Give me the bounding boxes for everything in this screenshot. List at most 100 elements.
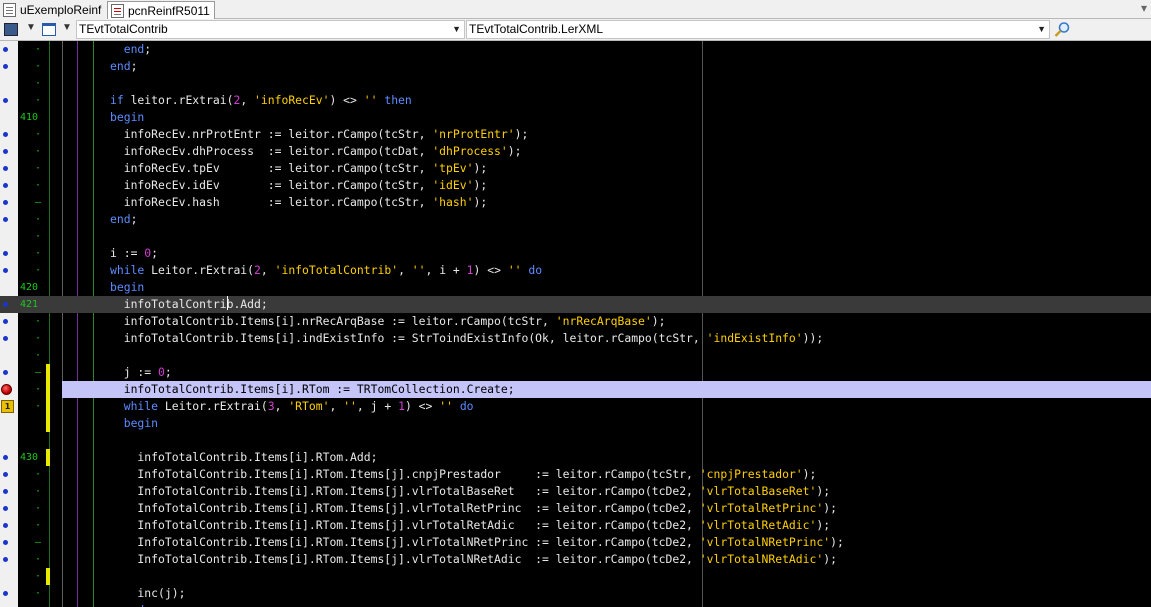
- code-line[interactable]: · while Leitor.rExtrai(2, 'infoTotalContr…: [0, 262, 1151, 279]
- executable-line-dot-icon[interactable]: [3, 591, 8, 596]
- code-line[interactable]: ·: [0, 347, 1151, 364]
- executable-line-dot-icon[interactable]: [3, 506, 8, 511]
- code-line[interactable]: 430 infoTotalContrib.Items[i].RTom.Add;: [0, 449, 1151, 466]
- code-text[interactable]: InfoTotalContrib.Items[i].RTom.Items[j].…: [110, 500, 837, 517]
- code-text[interactable]: end;: [110, 602, 151, 607]
- executable-line-dot-icon[interactable]: [3, 268, 8, 273]
- executable-line-dot-icon[interactable]: [3, 336, 8, 341]
- code-line[interactable]: – InfoTotalContrib.Items[i].RTom.Items[j…: [0, 534, 1151, 551]
- executable-line-dot-icon[interactable]: [3, 166, 8, 171]
- code-text[interactable]: infoTotalContrib.Items[i].nrRecArqBase :…: [110, 313, 666, 330]
- chevron-down-icon[interactable]: ▼: [26, 22, 36, 33]
- search-icon[interactable]: [1054, 21, 1071, 38]
- close-tab-icon[interactable]: ▾: [1141, 1, 1147, 15]
- code-text[interactable]: inc(j);: [110, 585, 185, 602]
- code-line[interactable]: 1 · while Leitor.rExtrai(3, 'RTom', '', j…: [0, 398, 1151, 415]
- executable-line-dot-icon[interactable]: [3, 472, 8, 477]
- executable-line-dot-icon[interactable]: [3, 217, 8, 222]
- executable-line-dot-icon[interactable]: [3, 200, 8, 205]
- executable-line-dot-icon[interactable]: [3, 455, 8, 460]
- code-line[interactable]: [0, 432, 1151, 449]
- code-line[interactable]: 420 begin: [0, 279, 1151, 296]
- code-line[interactable]: · infoRecEv.dhProcess := leitor.rCampo(t…: [0, 143, 1151, 160]
- code-text[interactable]: end;: [110, 58, 137, 75]
- code-line[interactable]: · infoRecEv.tpEv := leitor.rCampo(tcStr,…: [0, 160, 1151, 177]
- code-line[interactable]: · infoRecEv.idEv := leitor.rCampo(tcStr,…: [0, 177, 1151, 194]
- code-line[interactable]: – j := 0;: [0, 364, 1151, 381]
- code-text[interactable]: InfoTotalContrib.Items[i].RTom.Items[j].…: [110, 466, 816, 483]
- code-line[interactable]: · inc(j);: [0, 585, 1151, 602]
- code-text[interactable]: InfoTotalContrib.Items[i].RTom.Items[j].…: [110, 517, 830, 534]
- code-text[interactable]: j := 0;: [110, 364, 172, 381]
- code-line[interactable]: end;: [0, 602, 1151, 607]
- code-line[interactable]: – infoRecEv.hash := leitor.rCampo(tcStr,…: [0, 194, 1151, 211]
- code-line[interactable]: · InfoTotalContrib.Items[i].RTom.Items[j…: [0, 466, 1151, 483]
- code-text[interactable]: while Leitor.rExtrai(3, 'RTom', '', j + …: [110, 398, 474, 415]
- code-line[interactable]: · if leitor.rExtrai(2, 'infoRecEv') <> ''…: [0, 92, 1151, 109]
- code-text[interactable]: infoTotalContrib.Items[i].RTom.Add;: [110, 449, 377, 466]
- current-code-line[interactable]: 421 infoTotalContrib.Add;: [0, 296, 1151, 313]
- code-text[interactable]: end;: [110, 41, 151, 58]
- code-line[interactable]: · end;: [0, 211, 1151, 228]
- executable-line-dot-icon[interactable]: [3, 251, 8, 256]
- executable-line-dot-icon[interactable]: [3, 489, 8, 494]
- executable-line-dot-icon[interactable]: [3, 370, 8, 375]
- code-line[interactable]: · InfoTotalContrib.Items[i].RTom.Items[j…: [0, 551, 1151, 568]
- chevron-down-icon[interactable]: ▼: [1037, 21, 1046, 38]
- chevron-down-icon[interactable]: ▼: [62, 22, 72, 33]
- code-text[interactable]: InfoTotalContrib.Items[i].RTom.Items[j].…: [110, 534, 843, 551]
- executable-line-dot-icon[interactable]: [3, 64, 8, 69]
- tab-uexemploreinf[interactable]: uExemploReinf: [0, 1, 107, 19]
- code-editor[interactable]: · end; · end; · · if leitor.rExtrai(2, 'infoR…: [0, 41, 1151, 607]
- tab-pcnreinfr5011[interactable]: pcnReinfR5011: [107, 1, 215, 19]
- code-text[interactable]: end;: [110, 211, 137, 228]
- code-line[interactable]: begin: [0, 415, 1151, 432]
- code-text[interactable]: InfoTotalContrib.Items[i].RTom.Items[j].…: [110, 483, 830, 500]
- code-text[interactable]: begin: [110, 415, 158, 432]
- code-text[interactable]: infoRecEv.tpEv := leitor.rCampo(tcStr, '…: [110, 160, 488, 177]
- executable-line-dot-icon[interactable]: [3, 132, 8, 137]
- breakpoint-icon[interactable]: [1, 384, 12, 395]
- code-text[interactable]: infoTotalContrib.Add;: [110, 296, 268, 313]
- bookmark-icon[interactable]: 1: [1, 400, 14, 413]
- code-text[interactable]: infoRecEv.nrProtEntr := leitor.rCampo(tc…: [110, 126, 529, 143]
- code-line[interactable]: · i := 0;: [0, 245, 1151, 262]
- code-line[interactable]: ·: [0, 228, 1151, 245]
- executable-line-dot-icon[interactable]: [3, 98, 8, 103]
- breakpoint-code-line[interactable]: · infoTotalContrib.Items[i].RTom := TRTo…: [0, 381, 1151, 398]
- code-text[interactable]: infoTotalContrib.Items[i].indExistInfo :…: [110, 330, 824, 347]
- code-line[interactable]: · end;: [0, 58, 1151, 75]
- code-line[interactable]: · InfoTotalContrib.Items[i].RTom.Items[j…: [0, 500, 1151, 517]
- executable-line-dot-icon[interactable]: [3, 183, 8, 188]
- code-line[interactable]: · infoRecEv.nrProtEntr := leitor.rCampo(…: [0, 126, 1151, 143]
- code-line[interactable]: · InfoTotalContrib.Items[i].RTom.Items[j…: [0, 517, 1151, 534]
- code-text[interactable]: i := 0;: [110, 245, 158, 262]
- code-text[interactable]: infoTotalContrib.Items[i].RTom := TRTomC…: [110, 381, 515, 398]
- executable-line-dot-icon[interactable]: [3, 319, 8, 324]
- code-text[interactable]: infoRecEv.idEv := leitor.rCampo(tcStr, '…: [110, 177, 488, 194]
- code-text[interactable]: begin: [110, 109, 144, 126]
- executable-line-dot-icon[interactable]: [3, 540, 8, 545]
- code-text[interactable]: while Leitor.rExtrai(2, 'infoTotalContri…: [110, 262, 542, 279]
- chevron-down-icon[interactable]: ▼: [452, 21, 461, 38]
- code-text[interactable]: infoRecEv.hash := leitor.rCampo(tcStr, '…: [110, 194, 488, 211]
- code-line[interactable]: ·: [0, 568, 1151, 585]
- code-text[interactable]: begin: [110, 279, 144, 296]
- executable-line-dot-icon[interactable]: [3, 523, 8, 528]
- code-text[interactable]: InfoTotalContrib.Items[i].RTom.Items[j].…: [110, 551, 837, 568]
- class-selector[interactable]: TEvtTotalContrib ▼: [76, 20, 465, 39]
- executable-line-dot-icon[interactable]: [3, 47, 8, 52]
- executable-line-dot-icon[interactable]: [3, 149, 8, 154]
- code-text[interactable]: if leitor.rExtrai(2, 'infoRecEv') <> '' …: [110, 92, 412, 109]
- code-line[interactable]: · end;: [0, 41, 1151, 58]
- code-text[interactable]: infoRecEv.dhProcess := leitor.rCampo(tcD…: [110, 143, 522, 160]
- code-line[interactable]: · infoTotalContrib.Items[i].indExistInfo…: [0, 330, 1151, 347]
- code-explorer-icon[interactable]: [4, 23, 18, 36]
- executable-line-dot-icon[interactable]: [3, 557, 8, 562]
- code-line[interactable]: ·: [0, 75, 1151, 92]
- executable-line-dot-icon[interactable]: [3, 302, 8, 307]
- code-line[interactable]: · infoTotalContrib.Items[i].nrRecArqBase…: [0, 313, 1151, 330]
- code-line[interactable]: · InfoTotalContrib.Items[i].RTom.Items[j…: [0, 483, 1151, 500]
- method-selector[interactable]: TEvtTotalContrib.LerXML ▼: [466, 20, 1050, 39]
- window-list-icon[interactable]: [42, 23, 56, 36]
